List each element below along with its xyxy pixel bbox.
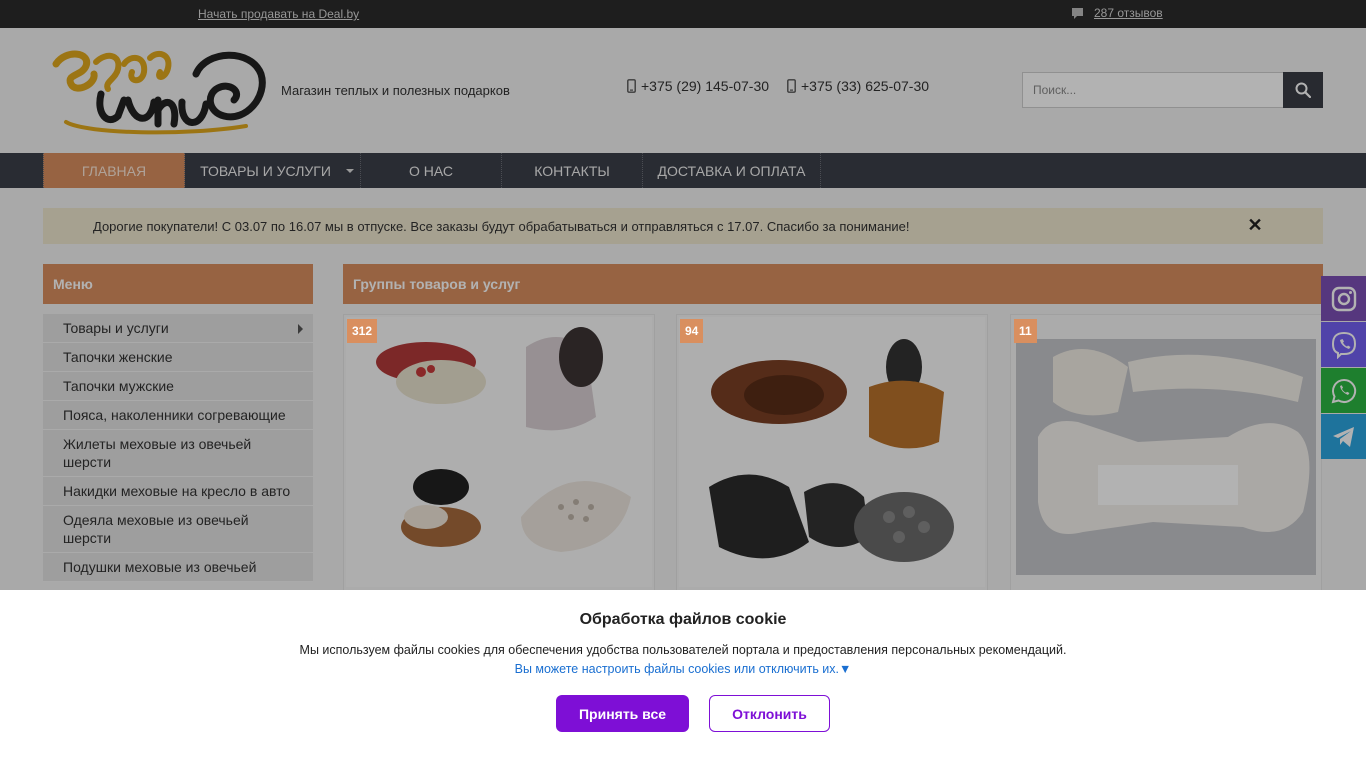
slippers-image bbox=[679, 317, 985, 587]
mobile-phone-icon bbox=[627, 79, 636, 93]
whatsapp-link[interactable] bbox=[1321, 368, 1366, 413]
search-input[interactable] bbox=[1022, 72, 1283, 108]
sidebar-item-blankets[interactable]: Одеяла меховые из овечьей шерсти bbox=[43, 506, 313, 553]
nav-item-contacts[interactable]: КОНТАКТЫ bbox=[502, 153, 643, 188]
viber-link[interactable] bbox=[1321, 322, 1366, 367]
search-icon bbox=[1295, 82, 1311, 98]
sidebar-item-belts[interactable]: Пояса, наколенники согревающие bbox=[43, 401, 313, 430]
product-groups: Группы товаров и услуг 312 94 11 bbox=[343, 264, 1323, 594]
product-group-card[interactable]: 11 bbox=[1010, 314, 1322, 594]
social-links bbox=[1321, 276, 1366, 460]
cookie-settings-link[interactable]: Вы можете настроить файлы cookies или от… bbox=[0, 662, 1366, 676]
main-navigation: ГЛАВНАЯ ТОВАРЫ И УСЛУГИ О НАС КОНТАКТЫ Д… bbox=[0, 153, 1366, 188]
nav-item-about[interactable]: О НАС bbox=[361, 153, 502, 188]
instagram-link[interactable] bbox=[1321, 276, 1366, 321]
item-count-badge: 11 bbox=[1014, 319, 1037, 343]
mobile-phone-icon bbox=[787, 79, 796, 93]
sidebar-item-women-slippers[interactable]: Тапочки женские bbox=[43, 343, 313, 372]
sidebar-menu: Меню Товары и услуги Тапочки женские Тап… bbox=[43, 264, 313, 582]
chevron-right-icon bbox=[298, 324, 303, 334]
phone-1[interactable]: +375 (29) 145-07-30 bbox=[627, 78, 769, 94]
viber-icon bbox=[1331, 331, 1356, 359]
decline-button[interactable]: Отклонить bbox=[709, 695, 830, 732]
vacation-notice: Дорогие покупатели! С 03.07 по 16.07 мы … bbox=[43, 208, 1323, 244]
nav-item-delivery[interactable]: ДОСТАВКА И ОПЛАТА bbox=[643, 153, 821, 188]
store-tagline: Магазин теплых и полезных подарков bbox=[281, 83, 510, 98]
sidebar-title: Меню bbox=[43, 264, 313, 304]
phone-number: +375 (29) 145-07-30 bbox=[641, 78, 770, 94]
sidebar-item-pillows[interactable]: Подушки меховые из овечьей bbox=[43, 553, 313, 582]
item-count-badge: 94 bbox=[680, 319, 704, 343]
instagram-icon bbox=[1331, 286, 1356, 311]
item-count-badge: 312 bbox=[347, 319, 378, 343]
accept-all-button[interactable]: Принять все bbox=[556, 695, 689, 732]
section-title: Группы товаров и услуг bbox=[343, 264, 1323, 304]
search-button[interactable] bbox=[1283, 72, 1323, 108]
reviews: 287 отзывов bbox=[1071, 6, 1163, 20]
chevron-down-icon bbox=[346, 169, 354, 173]
speech-bubble-icon bbox=[1072, 7, 1083, 19]
nav-item-home[interactable]: ГЛАВНАЯ bbox=[43, 153, 185, 188]
whatsapp-icon bbox=[1331, 378, 1356, 403]
product-group-card[interactable]: 94 bbox=[676, 314, 988, 594]
wool-belt-image bbox=[1016, 339, 1316, 575]
header: Магазин теплых и полезных подарков +375 … bbox=[0, 28, 1366, 153]
sidebar-item-men-slippers[interactable]: Тапочки мужские bbox=[43, 372, 313, 401]
store-logo[interactable] bbox=[46, 44, 271, 136]
search-box bbox=[1022, 72, 1323, 108]
cookie-description: Мы используем файлы cookies для обеспече… bbox=[299, 643, 1067, 657]
sidebar-list: Товары и услуги Тапочки женские Тапочки … bbox=[43, 314, 313, 582]
sidebar-item-products[interactable]: Товары и услуги bbox=[43, 314, 313, 343]
close-icon[interactable]: ✕ bbox=[1247, 215, 1263, 235]
telegram-link[interactable] bbox=[1321, 414, 1366, 459]
reviews-link[interactable]: 287 отзывов bbox=[1094, 6, 1163, 20]
slippers-image bbox=[346, 317, 652, 587]
phone-number: +375 (33) 625-07-30 bbox=[801, 78, 930, 94]
start-selling-link[interactable]: Начать продавать на Deal.by bbox=[198, 7, 359, 21]
top-bar: Начать продавать на Deal.by 287 отзывов bbox=[0, 0, 1366, 28]
sidebar-item-seat-covers[interactable]: Накидки меховые на кресло в авто bbox=[43, 477, 313, 506]
product-group-card[interactable]: 312 bbox=[343, 314, 655, 594]
telegram-icon bbox=[1332, 426, 1354, 447]
notice-text: Дорогие покупатели! С 03.07 по 16.07 мы … bbox=[93, 218, 910, 234]
cookie-title: Обработка файлов cookie bbox=[579, 611, 787, 628]
sidebar-item-vests[interactable]: Жилеты меховые из овечьей шерсти bbox=[43, 430, 313, 477]
cookie-banner: Обработка файлов cookie Мы используем фа… bbox=[0, 590, 1366, 768]
nav-item-products[interactable]: ТОВАРЫ И УСЛУГИ bbox=[185, 153, 361, 188]
phone-2[interactable]: +375 (33) 625-07-30 bbox=[787, 78, 929, 94]
